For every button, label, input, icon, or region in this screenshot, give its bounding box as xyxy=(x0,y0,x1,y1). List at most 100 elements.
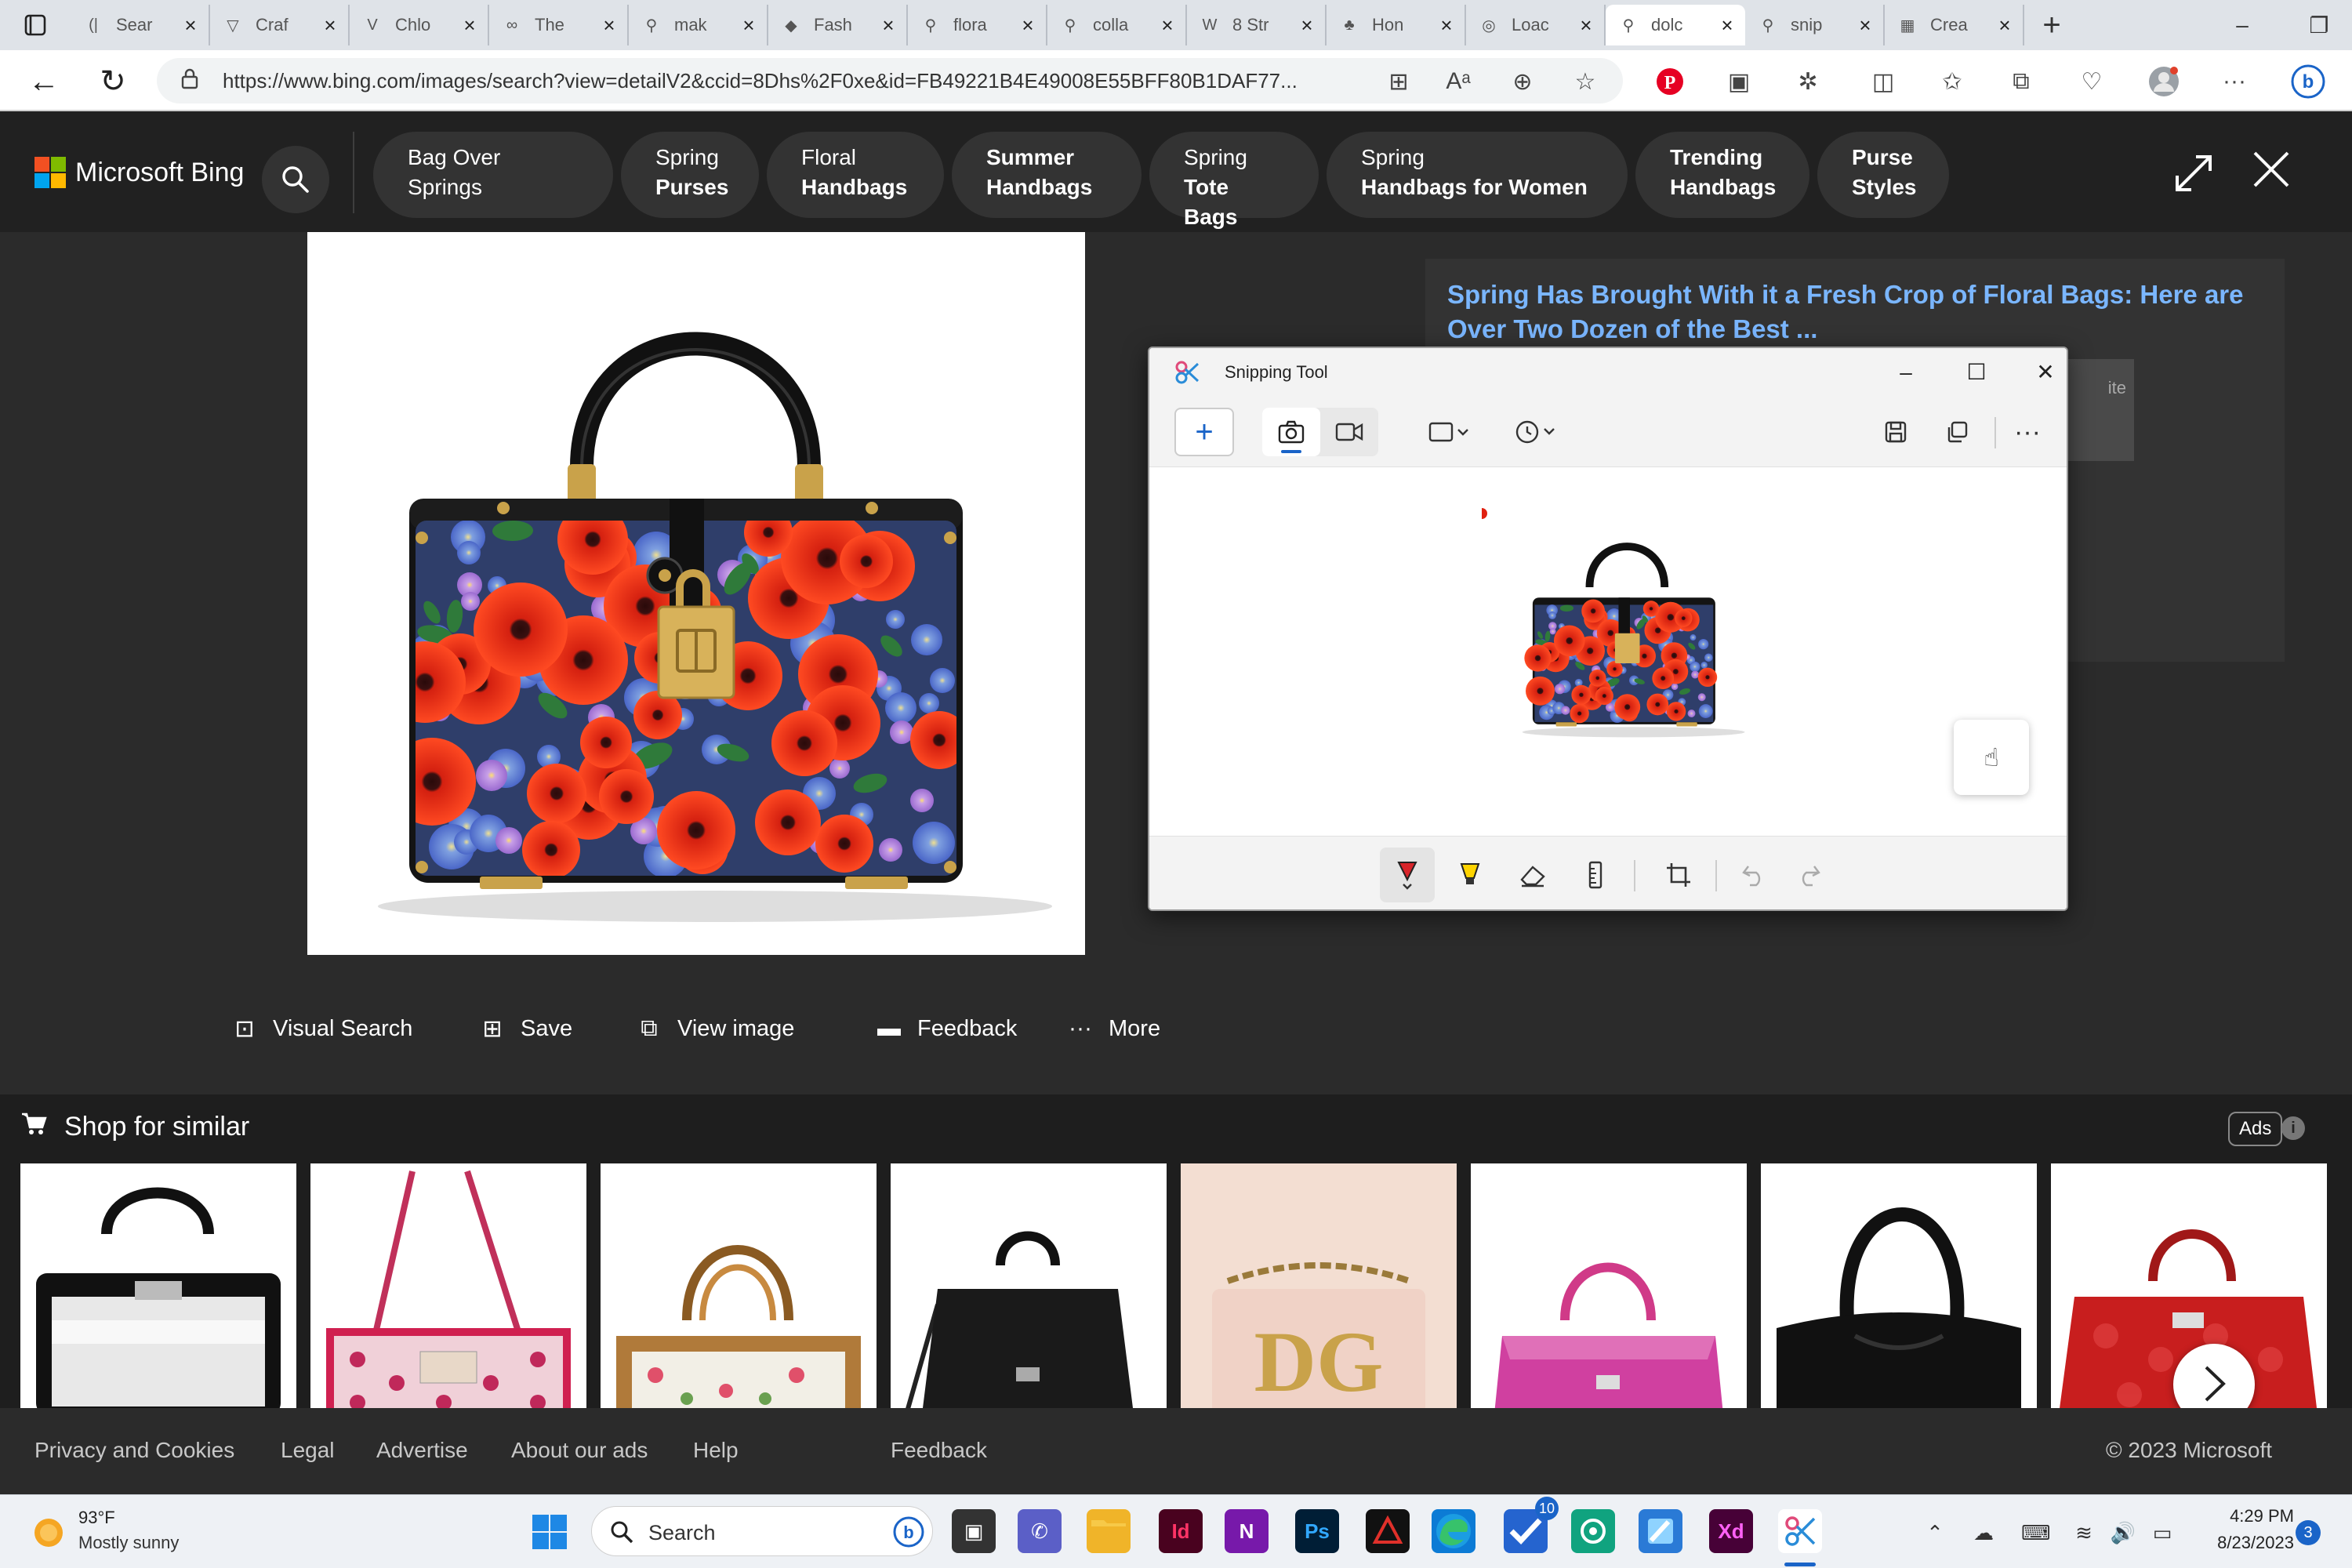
browser-tab[interactable]: ◎ Loac × xyxy=(1466,5,1606,45)
product-card[interactable]: DG xyxy=(1181,1163,1457,1408)
browser-tab[interactable]: ▽ Craf × xyxy=(210,5,350,45)
close-view-button[interactable] xyxy=(2244,146,2299,201)
product-card[interactable] xyxy=(20,1163,296,1408)
wifi-icon[interactable]: ≋ xyxy=(2070,1519,2098,1547)
product-card[interactable] xyxy=(1471,1163,1747,1408)
onedrive-cloud-icon[interactable]: ☁ xyxy=(1969,1519,1998,1547)
snipping-tool-app-icon[interactable] xyxy=(1778,1509,1822,1553)
result-title-link[interactable]: Spring Has Brought With it a Fresh Crop … xyxy=(1447,278,2278,347)
video-mode-button[interactable] xyxy=(1320,408,1378,456)
bing-copilot-icon[interactable]: b xyxy=(2289,63,2327,100)
tab-actions-menu-icon[interactable] xyxy=(0,0,71,50)
footer-link[interactable]: Advertise xyxy=(376,1438,468,1463)
ads-info-icon[interactable]: i xyxy=(2281,1116,2305,1140)
snip-copy-button[interactable] xyxy=(1933,408,1980,456)
save-button[interactable]: ⊞ Save xyxy=(477,1010,572,1047)
snip-close-button[interactable]: ✕ xyxy=(2026,353,2065,392)
browser-tab[interactable]: V Chlo × xyxy=(350,5,489,45)
favorite-star-icon[interactable]: ☆ xyxy=(1566,63,1604,100)
weather-sun-icon[interactable] xyxy=(30,1514,67,1555)
extensions-puzzle-icon[interactable]: ✲ xyxy=(1789,63,1827,100)
footer-link[interactable]: About our ads xyxy=(511,1438,648,1463)
crop-button[interactable] xyxy=(1651,848,1706,902)
zoom-icon[interactable]: ⊕ xyxy=(1504,63,1541,100)
browser-tab[interactable]: ⚲ flora × xyxy=(908,5,1047,45)
browser-tab[interactable]: ▦ Crea × xyxy=(1885,5,2024,45)
restore-button[interactable]: ❐ xyxy=(2280,0,2352,50)
tab-close-icon[interactable]: × xyxy=(1576,13,1596,38)
taskbar-time[interactable]: 4:29 PM xyxy=(2200,1506,2294,1526)
touch-writing-toggle[interactable]: ☝ xyxy=(1954,720,2029,795)
footer-link[interactable]: Privacy and Cookies xyxy=(34,1438,234,1463)
indesign-app-icon[interactable]: Id xyxy=(1159,1509,1203,1553)
browser-tab[interactable]: (| Sear × xyxy=(71,5,210,45)
related-search-chip[interactable]: Bag Over Springs xyxy=(373,132,613,218)
related-search-chip[interactable]: Spring Purses xyxy=(621,132,759,218)
windows-start-icon[interactable] xyxy=(532,1514,568,1554)
taskbar-date[interactable]: 8/23/2023 xyxy=(2181,1533,2294,1553)
related-search-chip[interactable]: Spring Handbags for Women xyxy=(1327,132,1628,218)
product-card[interactable] xyxy=(891,1163,1167,1408)
highlighter-button[interactable] xyxy=(1443,848,1497,902)
ballpoint-pen-button[interactable] xyxy=(1380,848,1435,902)
view-image-button[interactable]: ⧉ View image xyxy=(633,1010,794,1047)
edge-app-icon[interactable] xyxy=(1432,1509,1475,1553)
tab-close-icon[interactable]: × xyxy=(599,13,619,38)
redo-button[interactable] xyxy=(1781,848,1836,902)
tab-close-icon[interactable]: × xyxy=(1157,13,1178,38)
browser-tab[interactable]: ⚲ mak × xyxy=(629,5,768,45)
read-aloud-icon[interactable]: Aᵃ xyxy=(1439,63,1477,100)
tab-close-icon[interactable]: × xyxy=(1855,13,1875,38)
snip-more-options-icon[interactable]: ··· xyxy=(2004,408,2051,456)
tab-close-icon[interactable]: × xyxy=(180,13,201,38)
browser-tab[interactable]: ♣ Hon × xyxy=(1327,5,1466,45)
weather-description[interactable]: Mostly sunny xyxy=(78,1533,179,1553)
tab-close-icon[interactable]: × xyxy=(1018,13,1038,38)
onenote-app-icon[interactable]: N xyxy=(1225,1509,1269,1553)
keyboard-icon[interactable]: ⌨ xyxy=(2021,1519,2051,1547)
tab-close-icon[interactable]: × xyxy=(1717,13,1737,38)
minimize-button[interactable]: – xyxy=(2203,0,2281,50)
file-explorer-app-icon[interactable] xyxy=(1087,1509,1131,1553)
notification-badge[interactable]: 3 xyxy=(2296,1520,2321,1545)
chatgpt-app-icon[interactable] xyxy=(1571,1509,1615,1553)
favorites-icon[interactable]: ✩ xyxy=(1933,63,1971,100)
screenshot-mode-button[interactable] xyxy=(1262,408,1320,456)
split-screen-icon[interactable]: ◫ xyxy=(1864,63,1902,100)
bing-search-button[interactable] xyxy=(262,146,329,213)
extension-icon[interactable]: ▣ xyxy=(1720,63,1758,100)
tab-close-icon[interactable]: × xyxy=(320,13,340,38)
snip-minimize-button[interactable]: – xyxy=(1886,353,1926,392)
main-result-image[interactable] xyxy=(307,232,1085,955)
tab-close-icon[interactable]: × xyxy=(878,13,898,38)
refresh-button[interactable]: ↻ xyxy=(93,61,133,102)
undo-button[interactable] xyxy=(1726,848,1781,902)
browser-tab[interactable]: W 8 Str × xyxy=(1187,5,1327,45)
tab-close-icon[interactable]: × xyxy=(739,13,759,38)
paint-app-icon[interactable] xyxy=(1639,1509,1682,1553)
browser-tab[interactable]: ⚲ dolc × xyxy=(1606,5,1745,45)
snip-save-button[interactable] xyxy=(1872,408,1919,456)
related-search-chip[interactable]: Summer Handbags xyxy=(952,132,1142,218)
app-available-icon[interactable]: ⊞ xyxy=(1380,63,1417,100)
task-view-icon[interactable]: ▣ xyxy=(952,1509,996,1553)
battery-icon[interactable]: ▭ xyxy=(2148,1519,2176,1547)
more-button[interactable]: ··· More xyxy=(1065,1010,1160,1047)
snip-shape-dropdown[interactable] xyxy=(1414,408,1485,456)
browser-tab[interactable]: ◆ Fash × xyxy=(768,5,908,45)
xd-app-icon[interactable]: Xd xyxy=(1709,1509,1753,1553)
weather-temperature[interactable]: 93°F xyxy=(78,1508,115,1528)
tab-close-icon[interactable]: × xyxy=(1994,13,2015,38)
tab-close-icon[interactable]: × xyxy=(1436,13,1457,38)
related-search-chip[interactable]: Floral Handbags xyxy=(767,132,944,218)
browser-tab[interactable]: ⚲ snip × xyxy=(1745,5,1885,45)
product-card[interactable] xyxy=(310,1163,586,1408)
tab-close-icon[interactable]: × xyxy=(459,13,480,38)
related-search-chip[interactable]: Spring Tote Bags xyxy=(1149,132,1319,229)
snipping-tool-window[interactable]: Snipping Tool – ☐ ✕ + ··· ☝ xyxy=(1148,347,2068,911)
visual-search-button[interactable]: ⊡ Visual Search xyxy=(229,1010,412,1047)
snip-maximize-button[interactable]: ☐ xyxy=(1957,353,1996,392)
product-card[interactable] xyxy=(601,1163,877,1408)
back-button[interactable]: ← xyxy=(24,61,64,102)
visit-site-fragment[interactable]: ite xyxy=(2067,359,2134,461)
